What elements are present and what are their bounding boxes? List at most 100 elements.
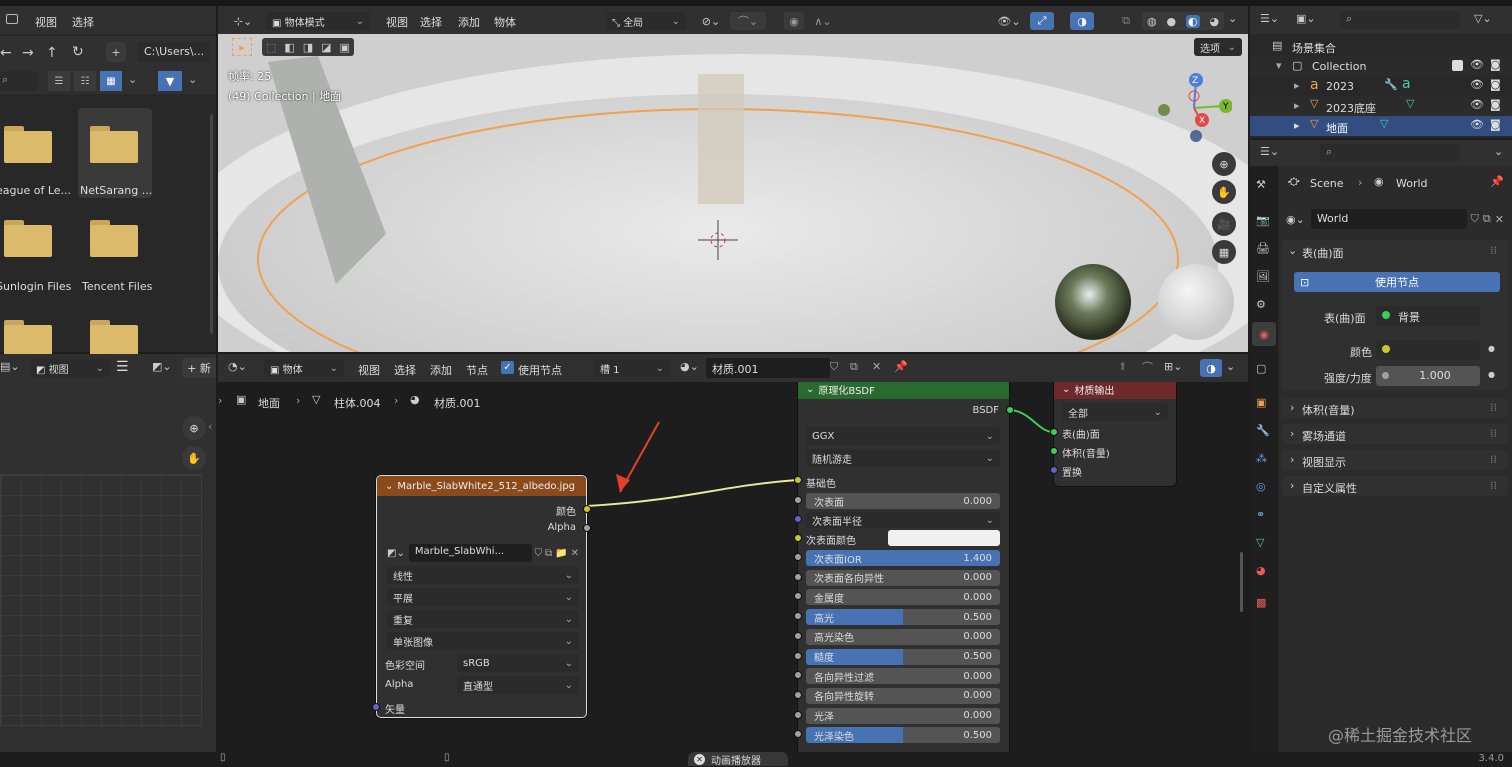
image-name-field[interactable]: Marble_SlabWhi... [415,546,504,557]
shading-options-icon[interactable]: ⌄ [1228,12,1237,25]
view-mode-dropdown[interactable]: ◩ 视图 [30,359,110,377]
use-nodes-checkbox[interactable]: ✓ [501,361,514,374]
bsdf-value-field[interactable]: 糙度 0.500 [806,648,1000,665]
input-socket[interactable] [794,612,802,621]
color-field[interactable] [1376,340,1480,360]
drag-handle-icon[interactable]: ⁞⁞ [1490,479,1497,492]
collapse-icon[interactable]: ⌄ [806,384,814,395]
input-volume-socket[interactable] [1050,447,1058,455]
modifier-tab-icon[interactable]: 🔧 [1256,424,1270,437]
bsdf-value-field[interactable]: 光泽染色 0.500 [806,727,1000,744]
filter-options-icon[interactable]: ⌄ [188,73,197,86]
editor-type-icon[interactable]: ◔⌄ [228,360,247,373]
select-subtract-icon[interactable]: ◨ [303,41,313,54]
interpolation-dropdown[interactable]: 线性 [387,566,579,584]
forward-icon[interactable]: → [22,45,34,61]
orientation-dropdown[interactable]: ⤡ 全局 [606,12,686,30]
chevron-left-icon[interactable]: ‹ [208,420,212,433]
material-browse-icon[interactable]: ◕⌄ [680,360,699,373]
eye-icon[interactable]: 👁 [1470,118,1484,131]
image-browse-icon[interactable]: ◩⌄ [387,548,405,559]
breadcrumb-world[interactable]: World [1396,177,1428,190]
keyframe-dot-icon[interactable]: ● [1488,370,1495,379]
menu-icon[interactable]: ☰ [116,359,129,375]
close-icon[interactable]: ✕ [571,548,579,559]
input-socket[interactable] [794,572,802,581]
input-vector-socket[interactable] [372,703,380,711]
outliner-search[interactable]: ⌕ [1340,11,1460,29]
options-dropdown[interactable]: 选项 [1194,38,1242,56]
particles-tab-icon[interactable]: ⁂ [1256,452,1267,465]
folder-item[interactable] [78,316,152,357]
surface-shader-field[interactable]: 背景 [1376,306,1480,326]
material-name-field[interactable]: 材质.001 [706,358,830,378]
subsurface-radius-dropdown[interactable]: 次表面半径 [806,512,1000,528]
eye-icon[interactable]: 👁 [1470,98,1484,111]
drag-handle-icon[interactable]: ⁞⁞ [1490,427,1497,440]
expand-icon[interactable]: ▸ [1294,79,1300,92]
camera-icon[interactable]: 🎥 [1212,212,1236,236]
animation-player-tab[interactable]: ✕ 动画播放器 [688,752,788,767]
material-tab-icon[interactable]: ◕ [1256,564,1266,577]
wireframe-shading-icon[interactable]: ◍ [1147,15,1157,28]
select-new-icon[interactable]: ⬚ [266,41,276,54]
world-selector[interactable]: ◉⌄ World ⛉ ⧉ ✕ [1286,208,1504,230]
viewport-3d[interactable]: ▸ ⬚ ◧ ◨ ◪ ▣ 帧率: 25 (49) Collection | 地面 … [218,34,1248,352]
input-socket[interactable] [794,730,802,739]
source-dropdown[interactable]: 单张图像 [387,632,579,650]
scrollbar[interactable] [210,114,213,334]
outliner-row[interactable]: ▸ ▽ 2023底座 ▽ 👁 ◙ [1250,96,1512,116]
folder-item[interactable]: NetSarang ... [78,108,152,198]
outliner-row-scene[interactable]: ▤ 场景集合 [1250,36,1512,56]
extension-dropdown[interactable]: 重复 [387,610,579,628]
navigation-gizmo[interactable]: Z Y X [1156,70,1233,146]
close-icon[interactable]: ✕ [1495,213,1504,226]
node-editor[interactable]: › ▣ 地面 › ▽ 柱体.004 › ◕ 材质.001 ⌄ Marble_Sl… [218,382,1248,752]
colorspace-dropdown[interactable]: sRGB [457,654,579,672]
snap-icon[interactable]: ⌒ [1142,359,1153,375]
menu-object[interactable]: 物体 [494,14,516,30]
duplicate-icon[interactable]: ⧉ [850,360,858,374]
outliner-row[interactable]: ▸ a 2023 🔧 a 👁 ◙ [1250,76,1512,96]
view-layer-tab-icon[interactable]: 🖼 [1256,270,1270,283]
duplicate-icon[interactable]: ⧉ [1483,212,1491,226]
parent-node-tree-icon[interactable]: ⬆ [1118,360,1127,373]
path-field[interactable]: C:\Users\... [138,42,210,62]
editor-type-icon[interactable] [6,14,18,24]
scene-tab-icon[interactable]: ⚙ [1256,298,1266,311]
input-displacement-socket[interactable] [1050,466,1058,474]
panel-mist[interactable]: › 雾场通道 ⁞⁞ [1282,424,1508,444]
thumbnails-icon[interactable]: ▦ [100,71,122,91]
input-socket[interactable] [794,651,802,660]
camera-render-icon[interactable]: ◙ [1490,118,1501,131]
bsdf-value-field[interactable]: 高光染色 0.000 [806,628,1000,645]
visibility-icon[interactable]: 👁⌄ [994,12,1024,30]
input-socket[interactable] [794,631,802,640]
subsurface-color-swatch[interactable] [888,530,1000,546]
bsdf-value-field[interactable]: 次表面各向异性 0.000 [806,569,1000,586]
panel-custom-properties[interactable]: › 自定义属性 ⁞⁞ [1282,476,1508,496]
collapse-icon[interactable]: ⌄ [1062,384,1070,395]
panel-viewport-display[interactable]: › 视图显示 ⁞⁞ [1282,450,1508,470]
checkbox-icon[interactable] [1452,60,1463,71]
folder-item[interactable] [0,316,70,357]
bsdf-value-field[interactable]: 次表面IOR 1.400 [806,550,1000,566]
expand-icon[interactable]: ▾ [1276,59,1282,72]
bsdf-value-field[interactable]: 光泽 0.000 [806,707,1000,724]
shader-type-dropdown[interactable]: ▣ 物体 [264,359,344,377]
material-output-node[interactable]: ⌄ 材质输出 全部 表(曲)面 体积(音量) 置换 [1050,382,1176,486]
parent-folder-icon[interactable]: ↑ [46,45,58,61]
menu-node[interactable]: 节点 [466,362,488,378]
back-icon[interactable]: ← [0,45,12,61]
fake-user-icon[interactable]: ⛉ [535,548,543,559]
collection-tab-icon[interactable]: ▢ [1256,362,1266,375]
material-shading-icon[interactable]: ◐ [1185,14,1200,28]
refresh-icon[interactable]: ↻ [72,44,84,60]
texture-tab-icon[interactable]: ▩ [1256,596,1266,609]
panel-collapse-icon[interactable]: ⌄ [1288,244,1297,257]
pivot-icon[interactable]: ⊘⌄ [696,12,726,30]
menu-add[interactable]: 添加 [430,362,452,378]
hand-pan-icon[interactable]: ✋ [182,446,206,470]
overlay-toggle-icon[interactable]: ◑ [1070,12,1094,30]
select-invert-icon[interactable]: ◪ [321,41,331,54]
